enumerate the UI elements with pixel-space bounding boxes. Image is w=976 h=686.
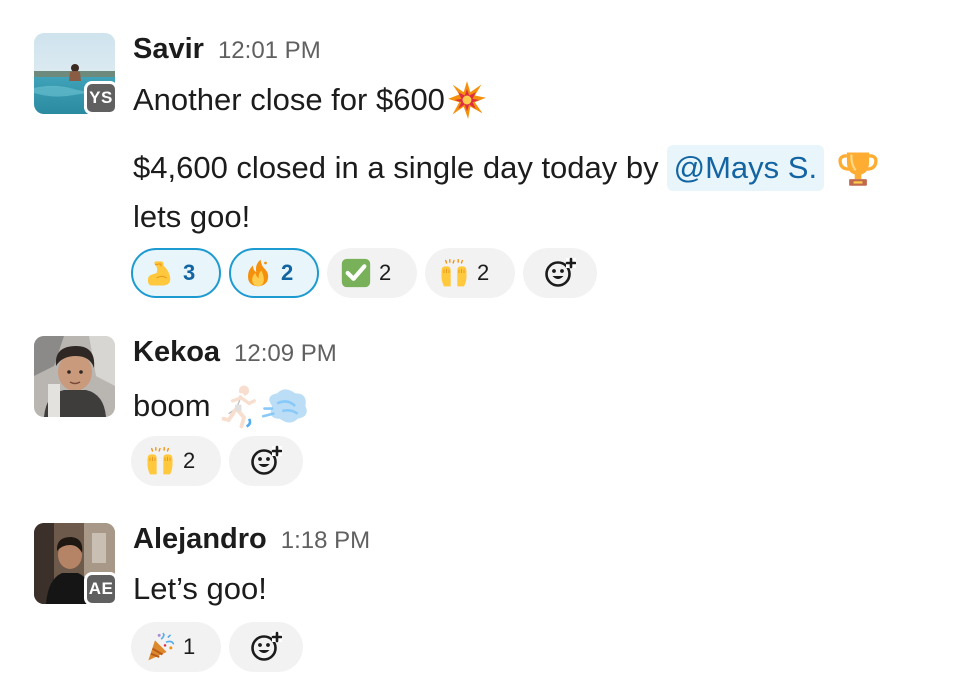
flexed-biceps-icon [145, 258, 175, 288]
message-header: Kekoa 12:09 PM [133, 336, 337, 369]
reaction-count: 3 [183, 260, 196, 285]
sender-name[interactable]: Kekoa [133, 336, 220, 369]
raising-hands-icon [439, 258, 469, 288]
reaction-fire[interactable]: 2 [229, 248, 319, 298]
reactions-bar: 3 2 2 2 [131, 248, 597, 298]
reaction-flexed-biceps[interactable]: 3 [131, 248, 221, 298]
reaction-raising-hands[interactable]: 2 [131, 436, 221, 486]
add-reaction-button[interactable] [229, 436, 303, 486]
reaction-count: 2 [379, 260, 392, 285]
add-reaction-smiley-icon [250, 631, 282, 663]
reaction-count: 1 [183, 634, 196, 659]
message-text: Another close for $600 [133, 82, 445, 117]
add-reaction-smiley-icon [250, 445, 282, 477]
message-text-line: boom [133, 383, 313, 429]
message-text: lets goo! [133, 199, 251, 234]
reactions-bar: 2 [131, 436, 303, 486]
initials-text: YS [87, 84, 115, 112]
party-popper-icon [145, 632, 175, 662]
initials-badge: AE [84, 572, 118, 606]
message-text-line: lets goo! [133, 197, 250, 237]
message-text: $4,600 closed in a single day today by [133, 150, 659, 185]
add-reaction-button[interactable] [523, 248, 597, 298]
message-alejandro: AE Alejandro 1:18 PM Let’s goo! 1 [0, 505, 976, 686]
reaction-check-mark[interactable]: 2 [327, 248, 417, 298]
message-kekoa: Kekoa 12:09 PM boom 2 [0, 320, 976, 500]
message-text: boom [133, 388, 211, 423]
message-header: Alejandro 1:18 PM [133, 523, 370, 556]
add-reaction-button[interactable] [229, 622, 303, 672]
reaction-party-popper[interactable]: 1 [131, 622, 221, 672]
reaction-count: 2 [183, 448, 196, 473]
message-header: Savir 12:01 PM [133, 33, 321, 66]
avatar-kekoa[interactable] [34, 336, 115, 417]
initials-badge: YS [84, 81, 118, 115]
check-mark-button-icon [341, 258, 371, 288]
collision-icon [447, 80, 487, 120]
message-text: Let’s goo! [133, 571, 267, 606]
initials-text: AE [87, 575, 115, 603]
reactions-bar: 1 [131, 622, 303, 672]
sender-name[interactable]: Savir [133, 33, 204, 66]
message-text-line: Let’s goo! [133, 569, 267, 609]
message-text-line: Another close for $600 [133, 80, 487, 120]
timestamp[interactable]: 12:09 PM [234, 340, 337, 368]
fire-icon [243, 258, 273, 288]
reaction-count: 2 [477, 260, 490, 285]
timestamp[interactable]: 12:01 PM [218, 37, 321, 65]
raising-hands-icon [145, 446, 175, 476]
timestamp[interactable]: 1:18 PM [281, 527, 370, 555]
trophy-icon [838, 146, 878, 190]
add-reaction-smiley-icon [544, 257, 576, 289]
reaction-count: 2 [281, 260, 294, 285]
message-savir: YS Savir 12:01 PM Another close for $600… [0, 0, 976, 310]
person-running-dash-icon [221, 383, 313, 429]
message-text-line: $4,600 closed in a single day today by @… [133, 145, 878, 191]
user-mention[interactable]: @Mays S. [666, 145, 825, 191]
reaction-raising-hands[interactable]: 2 [425, 248, 515, 298]
sender-name[interactable]: Alejandro [133, 523, 267, 556]
selfie-photo-icon [34, 336, 115, 417]
